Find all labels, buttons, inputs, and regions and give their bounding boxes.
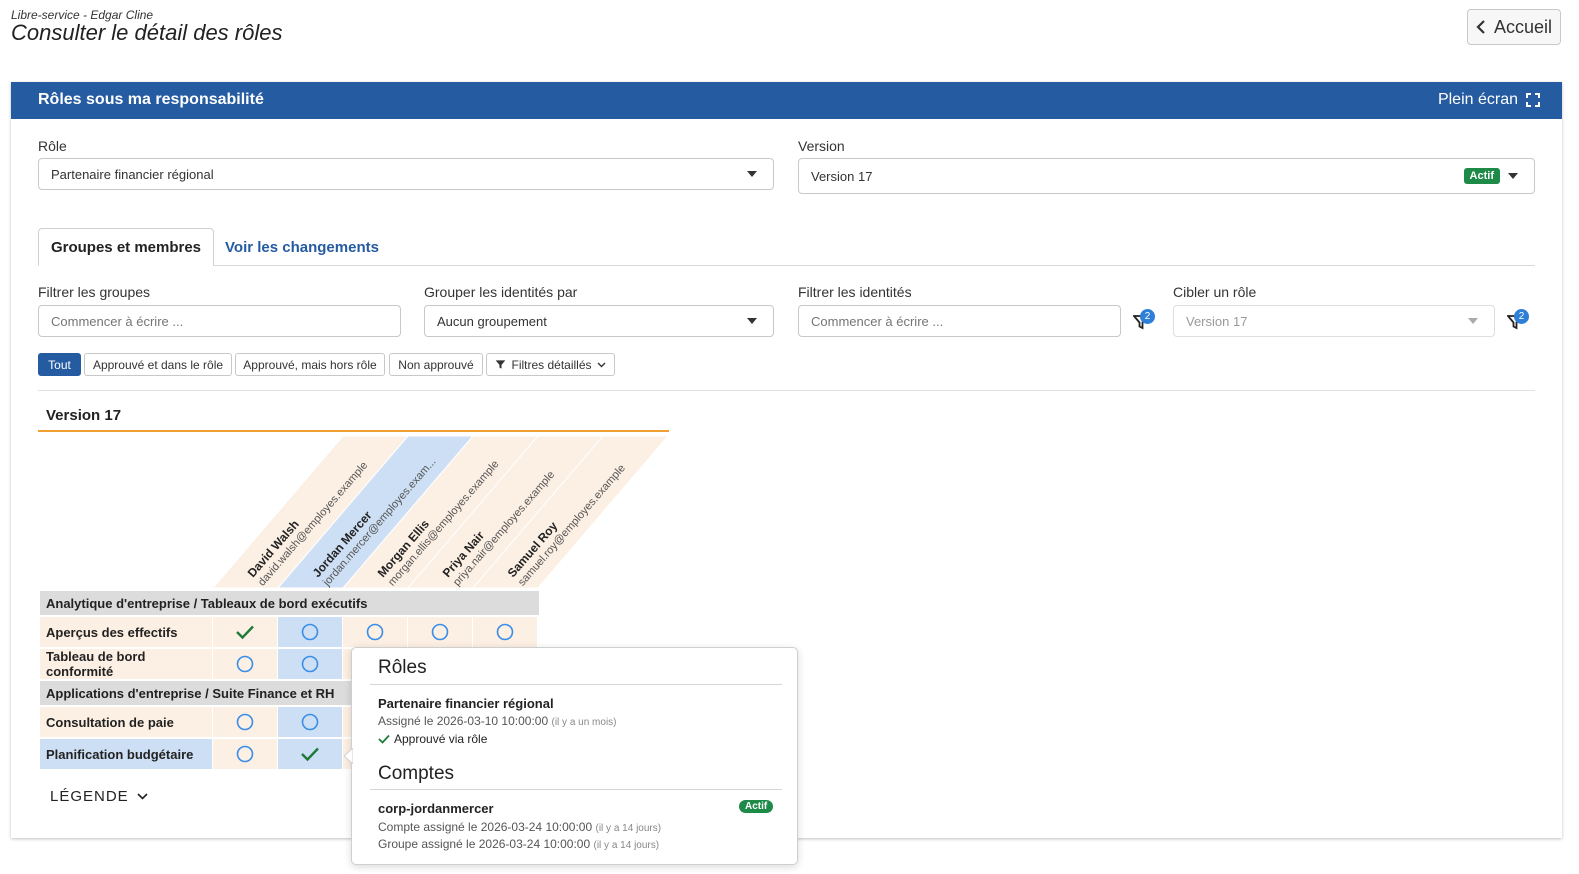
target-role-filter-button[interactable]: 2 bbox=[1505, 309, 1531, 333]
fullscreen-label: Plein écran bbox=[1437, 91, 1518, 108]
fullscreen-button[interactable]: Plein écran bbox=[1438, 91, 1540, 109]
matrix-cell[interactable] bbox=[213, 649, 277, 679]
pill-approved-out-role[interactable]: Approuvé, mais hors rôle bbox=[235, 353, 385, 376]
pill-all[interactable]: Tout bbox=[38, 353, 81, 376]
not-approved-circle-icon bbox=[431, 623, 449, 641]
target-role-select[interactable]: Version 17 bbox=[1173, 305, 1495, 337]
popover-roles-heading: Rôles bbox=[378, 657, 427, 678]
filter-icon bbox=[496, 360, 506, 369]
target-role-value: Version 17 bbox=[1186, 313, 1248, 329]
matrix-cell[interactable] bbox=[213, 707, 277, 737]
popover-role-name: Partenaire financier régional bbox=[378, 696, 554, 711]
popover-account-name: corp-jordanmercer bbox=[378, 801, 494, 816]
tab-divider bbox=[213, 265, 1535, 266]
identity-popover: Rôles Partenaire financier régional Assi… bbox=[344, 647, 798, 865]
matrix-cell[interactable] bbox=[213, 739, 277, 769]
matrix-cell[interactable] bbox=[278, 649, 342, 679]
popover-role-status: Approuvé via rôle bbox=[378, 732, 487, 746]
version-status-badge: Actif bbox=[1463, 168, 1500, 184]
role-label: Rôle bbox=[38, 138, 67, 154]
not-approved-circle-icon bbox=[301, 655, 319, 673]
caret-down-icon bbox=[1508, 173, 1518, 179]
filter-groups-label: Filtrer les groupes bbox=[38, 284, 151, 300]
legend-label: LÉGENDE bbox=[50, 788, 129, 805]
not-approved-circle-icon bbox=[301, 713, 319, 731]
popover-accounts-heading: Comptes bbox=[378, 763, 455, 784]
matrix-row-label: Aperçus des effectifs bbox=[40, 617, 212, 647]
target-role-filter-count-badge: 2 bbox=[1514, 309, 1529, 324]
group-assigned-ago: (il y a 14 jours) bbox=[593, 840, 660, 851]
page-title: Consulter le détail des rôles bbox=[11, 20, 283, 45]
panel-title: Rôles sous ma responsabilité bbox=[38, 91, 264, 108]
caret-down-icon bbox=[747, 171, 757, 177]
popover-separator bbox=[370, 789, 782, 790]
caret-down-icon bbox=[1468, 318, 1478, 324]
group-by-select[interactable]: Aucun groupement bbox=[424, 305, 774, 337]
chevron-left-icon bbox=[1476, 20, 1485, 34]
not-approved-circle-icon bbox=[301, 623, 319, 641]
role-select[interactable]: Partenaire financier régional bbox=[38, 158, 774, 190]
matrix-version-underline bbox=[38, 430, 669, 432]
caret-down-icon bbox=[747, 318, 757, 324]
section-divider bbox=[38, 390, 1535, 391]
matrix-cell[interactable] bbox=[213, 617, 277, 647]
role-assigned-ago: (il y a un mois) bbox=[551, 717, 617, 728]
group-by-value: Aucun groupement bbox=[437, 313, 547, 329]
matrix-cell[interactable] bbox=[408, 617, 472, 647]
check-icon bbox=[378, 734, 390, 744]
not-approved-circle-icon bbox=[366, 623, 384, 641]
popover-separator bbox=[370, 684, 782, 685]
group-by-label: Grouper les identités par bbox=[424, 284, 578, 300]
matrix-cell[interactable] bbox=[278, 739, 342, 769]
group-assigned-date: Groupe assigné le 2026-03-24 10:00:00 bbox=[378, 837, 591, 851]
matrix-row-label: Consultation de paie bbox=[40, 707, 212, 737]
matrix-row-label: Tableau de bord conformité bbox=[40, 649, 212, 679]
matrix-cell[interactable] bbox=[278, 617, 342, 647]
account-status-badge: Actif bbox=[739, 800, 774, 813]
matrix-cell[interactable] bbox=[278, 707, 342, 737]
home-button-label: Accueil bbox=[1493, 16, 1553, 37]
account-assigned-date: Compte assigné le 2026-03-24 10:00:00 bbox=[378, 820, 593, 834]
version-label: Version bbox=[798, 138, 845, 154]
role-assigned-date: Assigné le 2026-03-10 10:00:00 bbox=[378, 714, 549, 728]
group-header-row: Analytique d'entreprise / Tableaux de bo… bbox=[40, 591, 539, 615]
not-approved-circle-icon bbox=[496, 623, 514, 641]
matrix-row-label: Planification budgétaire bbox=[40, 739, 212, 769]
approved-check-icon bbox=[301, 747, 319, 762]
pill-approved-in-role[interactable]: Approuvé et dans le rôle bbox=[84, 353, 232, 376]
popover-role-assigned: Assigné le 2026-03-10 10:00:00 (il y a u… bbox=[378, 714, 617, 728]
chevron-down-icon bbox=[137, 793, 148, 800]
pill-detailed-filters[interactable]: Filtres détaillés bbox=[486, 353, 615, 376]
legend-toggle[interactable]: LÉGENDE bbox=[50, 788, 148, 805]
matrix-version-title: Version 17 bbox=[46, 407, 122, 424]
matrix-cell[interactable] bbox=[343, 617, 407, 647]
identities-filter-button[interactable]: 2 bbox=[1131, 309, 1157, 333]
filter-identities-input[interactable] bbox=[798, 305, 1121, 337]
not-approved-circle-icon bbox=[236, 745, 254, 763]
filter-groups-input[interactable] bbox=[38, 305, 401, 337]
popover-group-assigned: Groupe assigné le 2026-03-24 10:00:00 (i… bbox=[378, 837, 659, 851]
target-role-label: Cibler un rôle bbox=[1173, 284, 1257, 300]
chevron-down-icon bbox=[597, 362, 606, 367]
fullscreen-icon bbox=[1526, 93, 1540, 107]
role-status-text: Approuvé via rôle bbox=[394, 732, 488, 746]
matrix-cell[interactable] bbox=[473, 617, 537, 647]
tab-groups-members[interactable]: Groupes et membres bbox=[38, 228, 214, 266]
role-select-value: Partenaire financier régional bbox=[51, 166, 214, 182]
popover-arrow bbox=[344, 748, 353, 764]
popover-account-assigned: Compte assigné le 2026-03-24 10:00:00 (i… bbox=[378, 820, 661, 834]
panel-header: Rôles sous ma responsabilité Plein écran bbox=[11, 82, 1562, 119]
not-approved-circle-icon bbox=[236, 655, 254, 673]
filter-identities-label: Filtrer les identités bbox=[798, 284, 912, 300]
detailed-filters-label: Filtres détaillés bbox=[511, 357, 592, 372]
account-assigned-ago: (il y a 14 jours) bbox=[595, 823, 662, 834]
not-approved-circle-icon bbox=[236, 713, 254, 731]
pill-not-approved[interactable]: Non approuvé bbox=[389, 353, 483, 376]
identities-filter-count-badge: 2 bbox=[1140, 309, 1155, 324]
version-select[interactable]: Version 17 Actif bbox=[798, 158, 1535, 194]
approved-check-icon bbox=[236, 625, 254, 640]
version-select-value: Version 17 bbox=[811, 168, 873, 184]
tab-view-changes[interactable]: Voir les changements bbox=[218, 228, 386, 266]
home-button[interactable]: Accueil bbox=[1467, 9, 1561, 45]
